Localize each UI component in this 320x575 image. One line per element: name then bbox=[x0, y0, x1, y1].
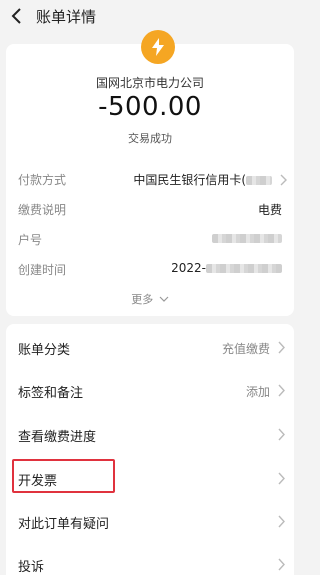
chevron-right-icon bbox=[278, 428, 285, 441]
lightning-icon bbox=[152, 38, 164, 56]
list-item-payment-progress[interactable]: 查看缴费进度 bbox=[6, 414, 294, 456]
payment-note-row: 缴费说明 电费 bbox=[18, 201, 294, 221]
chevron-right-icon bbox=[278, 558, 285, 571]
created-time-value: 2022- bbox=[171, 261, 282, 275]
chevron-left-icon bbox=[11, 8, 21, 24]
account-number-label: 户号 bbox=[18, 233, 43, 247]
page-title: 账单详情 bbox=[36, 7, 97, 26]
payment-method-row[interactable]: 付款方式 中国民生银行信用卡( bbox=[18, 171, 294, 191]
payment-note-value: 电费 bbox=[257, 203, 282, 217]
transaction-amount: -500.00 bbox=[98, 92, 202, 122]
list-item-value: 添加 bbox=[245, 384, 270, 399]
back-button[interactable] bbox=[4, 0, 30, 32]
merchant-name: 国网北京市电力公司 bbox=[95, 76, 204, 90]
chevron-right-icon bbox=[280, 174, 287, 186]
list-item-complaint[interactable]: 投诉 bbox=[6, 544, 294, 575]
chevron-right-icon bbox=[278, 472, 285, 485]
payment-method-value: 中国民生银行信用卡( bbox=[133, 171, 272, 188]
more-label: 更多 bbox=[131, 293, 154, 306]
payment-note-label: 缴费说明 bbox=[18, 203, 67, 217]
highlight-box bbox=[12, 459, 115, 493]
merchant-logo bbox=[141, 30, 175, 64]
chevron-down-icon bbox=[159, 296, 169, 302]
blurred-text bbox=[246, 176, 272, 185]
account-number-row: 户号 bbox=[18, 231, 294, 251]
list-item-value: 充值缴费 bbox=[221, 341, 270, 356]
chevron-right-icon bbox=[278, 384, 285, 397]
list-item-label: 投诉 bbox=[18, 559, 45, 575]
bill-summary-card: 国网北京市电力公司 -500.00 交易成功 付款方式 中国民生银行信用卡( 缴… bbox=[6, 30, 294, 316]
blurred-text bbox=[212, 234, 282, 243]
bill-actions-card: 账单分类 充值缴费 标签和备注 添加 查看缴费进度 开发票 对此订单有疑问 投诉 bbox=[6, 324, 294, 575]
created-time-label: 创建时间 bbox=[18, 263, 67, 277]
chevron-right-icon bbox=[278, 341, 285, 354]
more-toggle[interactable]: 更多 bbox=[6, 291, 294, 307]
transaction-status: 交易成功 bbox=[128, 132, 172, 145]
list-item-label: 标签和备注 bbox=[18, 385, 84, 401]
list-item-label: 查看缴费进度 bbox=[18, 429, 97, 445]
created-time-row: 创建时间 2022- bbox=[18, 261, 294, 281]
chevron-right-icon bbox=[278, 515, 285, 528]
payment-method-label: 付款方式 bbox=[18, 173, 67, 187]
blurred-text bbox=[206, 264, 282, 273]
list-item-label: 对此订单有疑问 bbox=[18, 516, 110, 532]
list-item-order-question[interactable]: 对此订单有疑问 bbox=[6, 501, 294, 543]
list-item-label: 账单分类 bbox=[18, 342, 71, 358]
account-number-value bbox=[212, 231, 282, 245]
list-item-tags-notes[interactable]: 标签和备注 添加 bbox=[6, 370, 294, 412]
header: 账单详情 bbox=[0, 0, 300, 32]
list-item-bill-category[interactable]: 账单分类 充值缴费 bbox=[6, 327, 294, 369]
